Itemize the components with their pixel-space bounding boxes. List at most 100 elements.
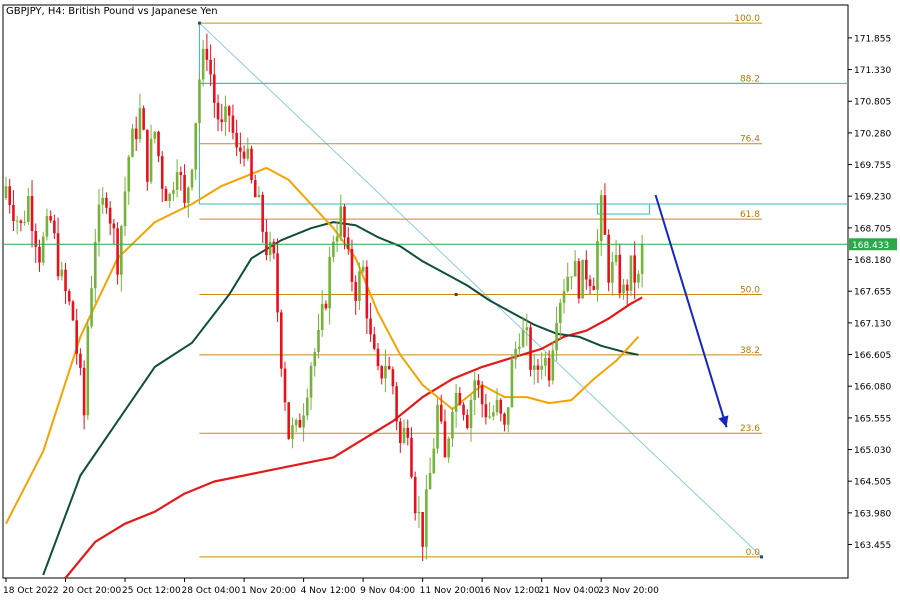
candle-body bbox=[105, 197, 108, 208]
candle-body bbox=[346, 237, 350, 250]
candle-body bbox=[439, 404, 443, 422]
candle-body bbox=[573, 261, 577, 277]
candle-body bbox=[577, 261, 581, 299]
fib-level-label: 50.0 bbox=[740, 286, 760, 296]
candle-body bbox=[473, 380, 477, 400]
candle-body bbox=[60, 269, 64, 277]
candle-body bbox=[562, 291, 566, 303]
candle-body bbox=[276, 253, 279, 313]
candle-body bbox=[64, 269, 67, 292]
candle-body bbox=[231, 115, 235, 133]
candle-body bbox=[179, 172, 183, 176]
candle-body bbox=[235, 132, 238, 148]
fib-anchor-low bbox=[760, 555, 763, 559]
candle-body bbox=[317, 329, 320, 353]
candle-body bbox=[213, 74, 216, 103]
x-tick-label: 4 Nov 12:00 bbox=[301, 586, 356, 596]
candle-body bbox=[499, 399, 503, 414]
candle-body bbox=[101, 197, 105, 205]
candle-body bbox=[350, 249, 354, 282]
candle-body bbox=[298, 419, 302, 428]
candle-body bbox=[82, 367, 86, 416]
candle-body bbox=[127, 156, 131, 192]
y-tick-label: 168.180 bbox=[854, 256, 891, 266]
candle-body bbox=[447, 438, 450, 458]
candle-body bbox=[45, 216, 49, 237]
candle-body bbox=[335, 236, 339, 242]
candle-body bbox=[376, 348, 380, 367]
y-tick-label: 169.755 bbox=[854, 161, 891, 171]
y-tick-label: 168.705 bbox=[854, 224, 891, 234]
y-tick-label: 169.230 bbox=[854, 193, 891, 203]
candle-body bbox=[343, 206, 346, 238]
x-tick-label: 16 Nov 12:00 bbox=[479, 586, 540, 596]
candle-body bbox=[599, 195, 603, 242]
candle-body bbox=[428, 473, 432, 490]
y-tick-label: 167.655 bbox=[854, 288, 891, 298]
candle-body bbox=[399, 421, 402, 444]
candle-body bbox=[477, 380, 480, 386]
candle-body bbox=[432, 448, 436, 474]
candle-body bbox=[116, 228, 119, 275]
candle-body bbox=[547, 357, 551, 381]
candle-body bbox=[142, 108, 145, 130]
candle-body bbox=[532, 365, 536, 370]
y-tick-label: 166.080 bbox=[854, 383, 891, 393]
candle-body bbox=[172, 189, 175, 194]
candle-body bbox=[506, 407, 510, 425]
x-tick-label: 23 Nov 20:00 bbox=[598, 586, 659, 596]
candle-body bbox=[224, 106, 227, 123]
candle-body bbox=[272, 241, 276, 254]
candle-body bbox=[596, 241, 599, 290]
candle-body bbox=[484, 404, 488, 418]
candle-body bbox=[38, 246, 41, 263]
candle-body bbox=[313, 352, 317, 367]
y-tick-label: 163.455 bbox=[854, 541, 891, 551]
candle-body bbox=[108, 207, 112, 224]
candle-body bbox=[417, 512, 421, 514]
candle-body bbox=[492, 412, 495, 417]
candle-body bbox=[518, 346, 521, 349]
candle-body bbox=[201, 48, 205, 80]
candle-body bbox=[480, 385, 484, 405]
candle-body bbox=[640, 244, 644, 274]
candle-body bbox=[49, 216, 52, 221]
chart-title: GBPJPY, H4: British Pound vs Japanese Ye… bbox=[6, 6, 218, 17]
candle-body bbox=[443, 421, 447, 458]
fib-level-label: 100.0 bbox=[734, 14, 760, 24]
candle-body bbox=[369, 318, 372, 335]
candle-body bbox=[521, 330, 525, 347]
candle-body bbox=[194, 123, 198, 170]
candle-body bbox=[175, 172, 179, 190]
candle-body bbox=[372, 334, 376, 349]
candle-body bbox=[23, 221, 26, 223]
candle-body bbox=[309, 366, 313, 398]
candle-body bbox=[79, 353, 82, 368]
candle-body bbox=[134, 128, 138, 140]
candle-body bbox=[402, 427, 406, 444]
projection-arrow-shaft bbox=[654, 194, 728, 428]
candle-body bbox=[425, 489, 428, 547]
candle-body bbox=[384, 365, 387, 379]
fib-level-label: 0.0 bbox=[746, 548, 761, 558]
candle-body bbox=[555, 323, 558, 351]
candle-body bbox=[395, 386, 398, 422]
candle-body bbox=[291, 425, 294, 439]
chart-canvas[interactable]: 100.088.276.461.850.038.223.60.0 168.433… bbox=[0, 0, 900, 600]
candle-body bbox=[458, 392, 462, 405]
candle-body bbox=[146, 129, 149, 182]
candle-body bbox=[265, 231, 268, 256]
candle-body bbox=[250, 148, 253, 181]
candle-body bbox=[592, 286, 596, 290]
candle-body bbox=[216, 102, 220, 120]
chart-root: 100.0 88.2 76.4 61.8 50.0 38.2 23.6 0.0 168.433… bbox=[0, 0, 900, 600]
candle-body bbox=[12, 204, 15, 222]
candle-body bbox=[294, 419, 298, 426]
y-tick-label: 167.130 bbox=[854, 319, 891, 329]
candle-body bbox=[324, 303, 328, 309]
y-tick-label: 164.505 bbox=[854, 478, 891, 488]
candle-body bbox=[183, 175, 186, 203]
fib-level-label: 38.2 bbox=[740, 346, 760, 356]
candle-body bbox=[525, 327, 529, 331]
candle-body bbox=[339, 206, 343, 237]
